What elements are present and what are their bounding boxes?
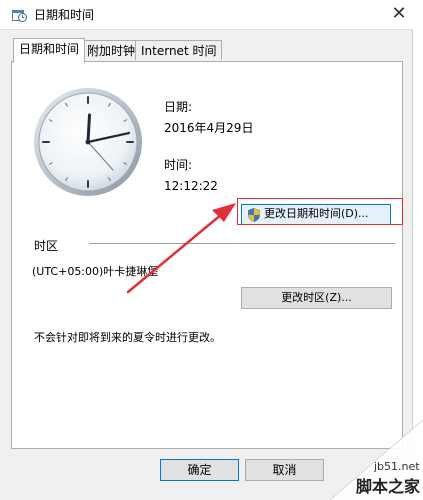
- change-timezone-button[interactable]: 更改时区(Z)...: [241, 287, 392, 309]
- title-bar: 日期和时间 ✕: [0, 0, 413, 30]
- watermark-url: jb51.net: [374, 460, 420, 473]
- time-label: 时间:: [164, 158, 193, 172]
- uac-shield-icon: [248, 208, 260, 222]
- clock-calendar-icon: [12, 10, 27, 22]
- tab-date-time[interactable]: 日期和时间: [13, 38, 86, 63]
- timezone-value: (UTC+05:00)叶卡捷琳堡: [32, 265, 159, 278]
- timezone-divider: [89, 243, 395, 244]
- date-time-dialog: 日期和时间 ✕ 日期和时间 附加时钟 Internet 时间 日期: 2016年…: [0, 0, 413, 500]
- tab-panel-date-time: 日期: 2016年4月29日 时间: 12:12:22 更改日期和时间(D)..…: [11, 61, 403, 449]
- hour-hand: [86, 113, 91, 144]
- date-value: 2016年4月29日: [164, 121, 254, 135]
- change-date-time-button[interactable]: 更改日期和时间(D)...: [241, 204, 391, 225]
- watermark-name: 脚本之家: [356, 477, 421, 496]
- time-value: 12:12:22: [164, 179, 218, 193]
- cancel-button[interactable]: 取消: [245, 459, 324, 481]
- ok-button[interactable]: 确定: [160, 459, 239, 481]
- close-button[interactable]: ✕: [385, 0, 413, 28]
- window-title: 日期和时间: [34, 8, 95, 22]
- date-label: 日期:: [164, 100, 193, 114]
- analog-clock: [34, 88, 142, 196]
- tab-internet-time[interactable]: Internet 时间: [135, 40, 223, 60]
- timezone-section-label: 时区: [34, 239, 59, 253]
- tab-additional-clocks[interactable]: 附加时钟: [81, 40, 142, 60]
- close-icon: ✕: [391, 3, 407, 24]
- change-date-time-label: 更改日期和时间(D)...: [264, 207, 369, 220]
- dst-note: 不会针对即将到来的夏令时进行更改。: [34, 331, 221, 344]
